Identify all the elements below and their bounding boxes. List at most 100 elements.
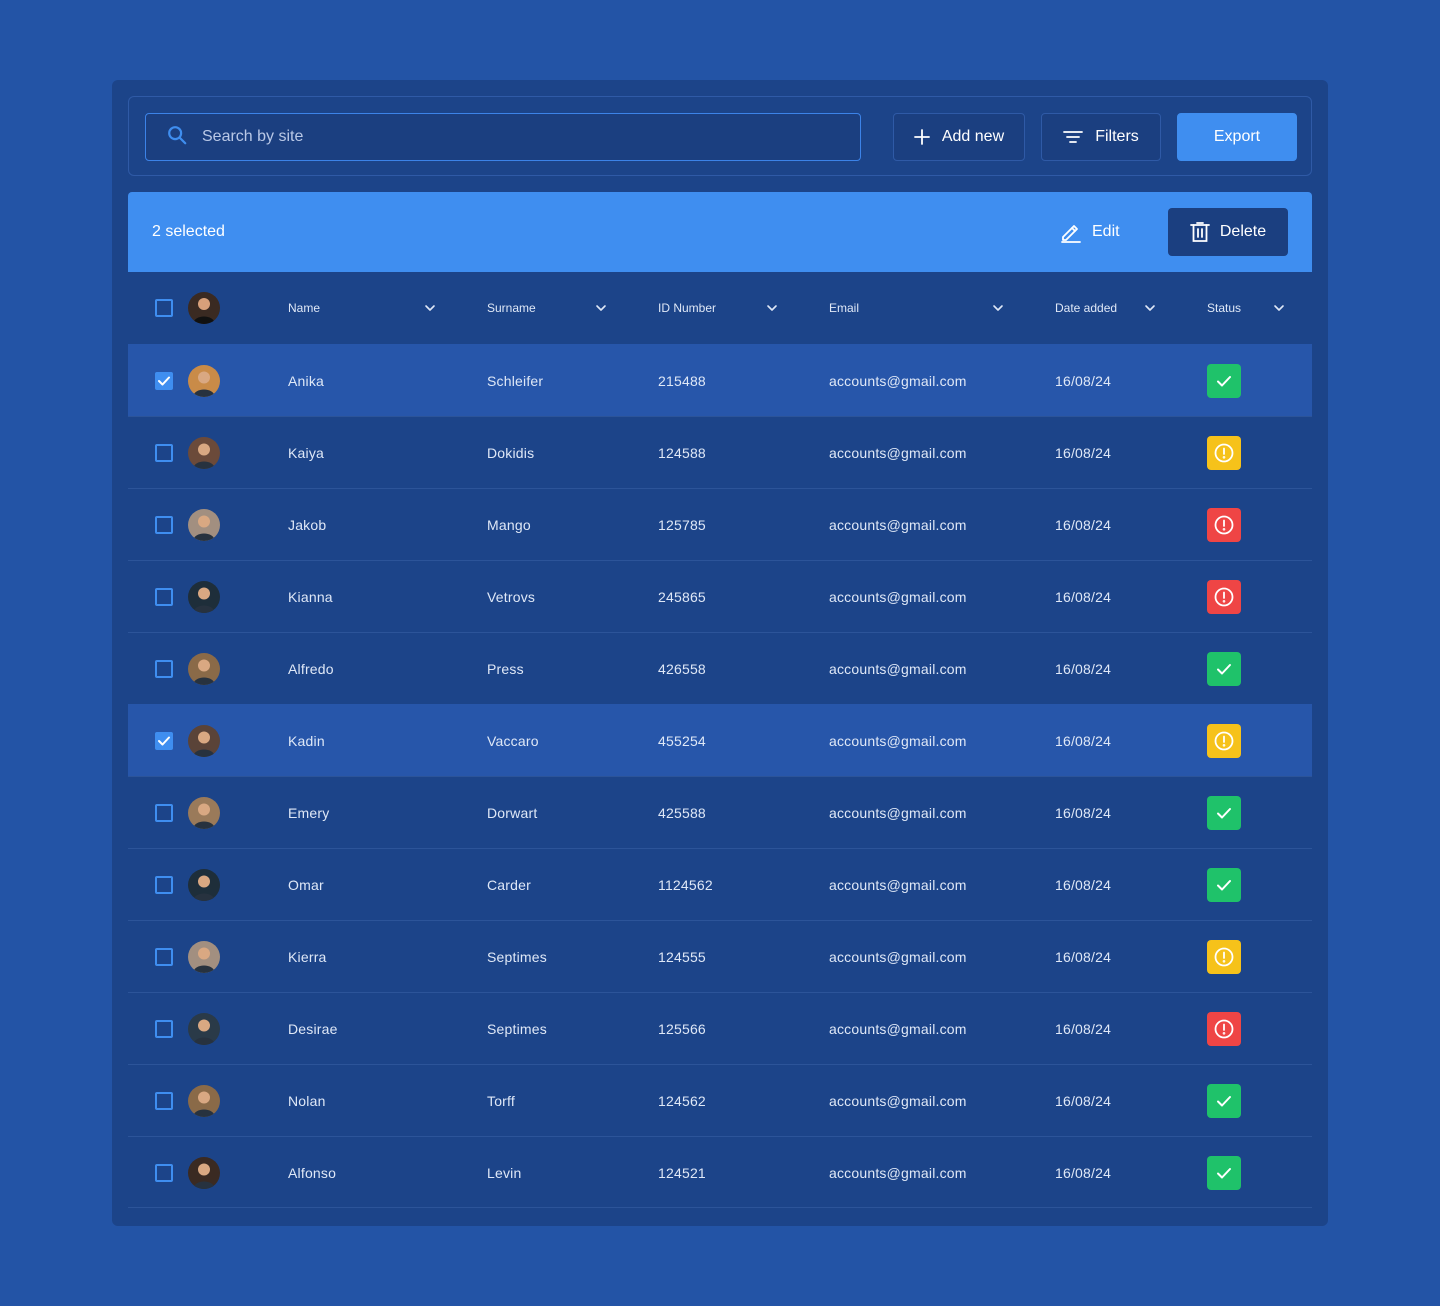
avatar (188, 653, 220, 685)
warning-icon (1214, 443, 1234, 463)
cell-email: accounts@gmail.com (829, 1093, 967, 1109)
cell-id-number: 1124562 (658, 877, 713, 893)
table-row[interactable]: Alfonso Levin 124521 accounts@gmail.com … (128, 1136, 1312, 1208)
chevron-down-icon[interactable] (424, 302, 436, 314)
row-checkbox[interactable] (155, 660, 173, 678)
chevron-down-icon[interactable] (992, 302, 1004, 314)
column-header-status[interactable]: Status (1207, 301, 1241, 315)
row-checkbox[interactable] (155, 1164, 173, 1182)
row-checkbox[interactable] (155, 804, 173, 822)
select-all-checkbox[interactable] (155, 299, 173, 317)
cell-date-added: 16/08/24 (1055, 661, 1112, 677)
export-button[interactable]: Export (1177, 113, 1297, 161)
table-row[interactable]: Nolan Torff 124562 accounts@gmail.com 16… (128, 1064, 1312, 1136)
cell-name: Kadin (288, 733, 325, 749)
warning-icon (1214, 731, 1234, 751)
cell-email: accounts@gmail.com (829, 949, 967, 965)
cell-surname: Dokidis (487, 445, 535, 461)
chevron-down-icon[interactable] (1273, 302, 1285, 314)
cell-surname: Septimes (487, 949, 547, 965)
cell-name: Alfonso (288, 1165, 337, 1181)
cell-surname: Dorwart (487, 805, 538, 821)
table-row[interactable]: Omar Carder 1124562 accounts@gmail.com 1… (128, 848, 1312, 920)
add-new-button[interactable]: Add new (893, 113, 1025, 161)
row-checkbox[interactable] (155, 1020, 173, 1038)
cell-date-added: 16/08/24 (1055, 733, 1112, 749)
status-badge (1207, 508, 1241, 542)
chevron-down-icon[interactable] (1144, 302, 1156, 314)
cell-surname: Septimes (487, 1021, 547, 1037)
cell-name: Alfredo (288, 661, 334, 677)
table-row[interactable]: Kierra Septimes 124555 accounts@gmail.co… (128, 920, 1312, 992)
avatar (188, 509, 220, 541)
selected-count: 2 selected (152, 223, 225, 240)
table-row[interactable]: Kaiya Dokidis 124588 accounts@gmail.com … (128, 416, 1312, 488)
table-row[interactable]: Alfredo Press 426558 accounts@gmail.com … (128, 632, 1312, 704)
warning-icon (1214, 947, 1234, 967)
cell-email: accounts@gmail.com (829, 373, 967, 389)
delete-button[interactable]: Delete (1168, 208, 1288, 256)
cell-email: accounts@gmail.com (829, 1165, 967, 1181)
table-row[interactable]: Kadin Vaccaro 455254 accounts@gmail.com … (128, 704, 1312, 776)
cell-id-number: 215488 (658, 373, 706, 389)
cell-id-number: 125566 (658, 1021, 706, 1037)
cell-name: Nolan (288, 1093, 326, 1109)
cell-id-number: 124588 (658, 445, 706, 461)
table-row[interactable]: Emery Dorwart 425588 accounts@gmail.com … (128, 776, 1312, 848)
search-input[interactable] (202, 128, 802, 146)
column-header-id-number[interactable]: ID Number (658, 301, 716, 315)
status-badge (1207, 1084, 1241, 1118)
search-box[interactable] (145, 113, 861, 161)
row-checkbox[interactable] (155, 876, 173, 894)
cell-date-added: 16/08/24 (1055, 589, 1112, 605)
cell-name: Emery (288, 805, 330, 821)
avatar (188, 725, 220, 757)
row-checkbox[interactable] (155, 1092, 173, 1110)
avatar (188, 797, 220, 829)
cell-name: Kierra (288, 949, 327, 965)
toolbar: Add new Filters Export (128, 96, 1312, 176)
cell-name: Desirae (288, 1021, 338, 1037)
table-row[interactable]: Desirae Septimes 125566 accounts@gmail.c… (128, 992, 1312, 1064)
table-row[interactable]: Jakob Mango 125785 accounts@gmail.com 16… (128, 488, 1312, 560)
cell-email: accounts@gmail.com (829, 1021, 967, 1037)
avatar (188, 1157, 220, 1189)
cell-email: accounts@gmail.com (829, 517, 967, 533)
check-icon (1217, 1168, 1231, 1179)
cell-email: accounts@gmail.com (829, 805, 967, 821)
row-checkbox[interactable] (155, 372, 173, 390)
edit-button[interactable]: Edit (1060, 218, 1120, 246)
column-header-email[interactable]: Email (829, 301, 859, 315)
cell-id-number: 425588 (658, 805, 706, 821)
column-header-surname[interactable]: Surname (487, 301, 536, 315)
row-checkbox[interactable] (155, 588, 173, 606)
chevron-down-icon[interactable] (595, 302, 607, 314)
table-row[interactable]: Anika Schleifer 215488 accounts@gmail.co… (128, 344, 1312, 416)
plus-icon (913, 129, 930, 145)
status-badge (1207, 652, 1241, 686)
alert-icon (1214, 587, 1234, 607)
row-checkbox[interactable] (155, 444, 173, 462)
status-badge (1207, 940, 1241, 974)
table-header: Name Surname ID Number Email Date added … (128, 272, 1312, 344)
chevron-down-icon[interactable] (766, 302, 778, 314)
cell-email: accounts@gmail.com (829, 733, 967, 749)
table-row[interactable]: Kianna Vetrovs 245865 accounts@gmail.com… (128, 560, 1312, 632)
search-icon (166, 124, 188, 151)
status-badge (1207, 724, 1241, 758)
cell-surname: Levin (487, 1165, 522, 1181)
selection-bar: 2 selected Edit Delete (128, 192, 1312, 272)
cell-date-added: 16/08/24 (1055, 949, 1112, 965)
column-header-date-added[interactable]: Date added (1055, 301, 1117, 315)
row-checkbox[interactable] (155, 948, 173, 966)
row-checkbox[interactable] (155, 732, 173, 750)
cell-email: accounts@gmail.com (829, 445, 967, 461)
cell-name: Jakob (288, 517, 327, 533)
cell-date-added: 16/08/24 (1055, 1021, 1112, 1037)
row-checkbox[interactable] (155, 516, 173, 534)
cell-date-added: 16/08/24 (1055, 517, 1112, 533)
edit-label: Edit (1092, 223, 1120, 240)
filters-button[interactable]: Filters (1041, 113, 1161, 161)
cell-id-number: 426558 (658, 661, 706, 677)
column-header-name[interactable]: Name (288, 301, 320, 315)
